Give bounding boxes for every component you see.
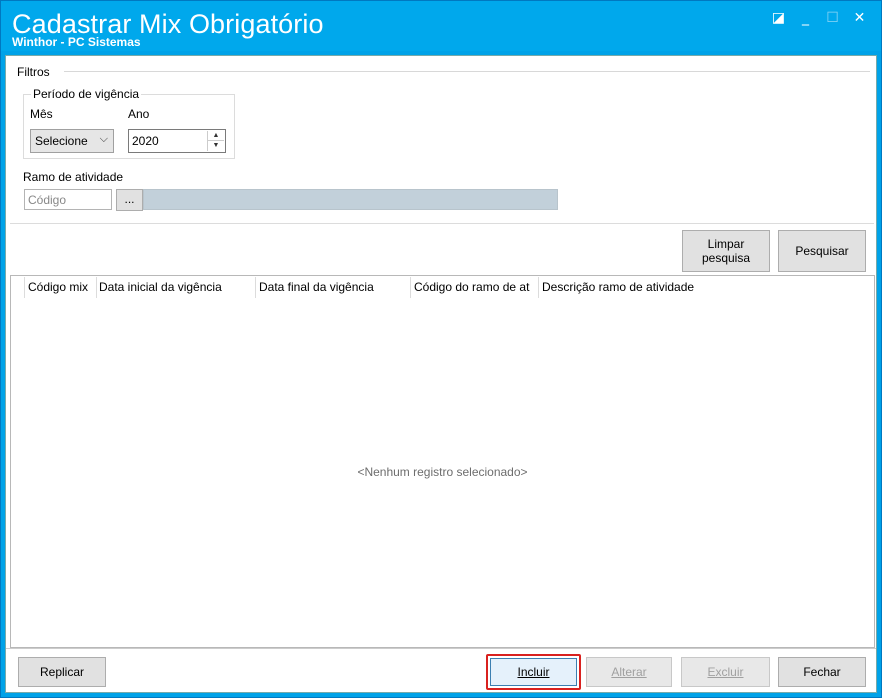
filtros-legend: Filtros	[17, 65, 50, 79]
col-codigo-ramo[interactable]: Código do ramo de at	[414, 280, 537, 294]
form-client-area: Filtros Período de vigência Mês Ano Sele…	[5, 55, 877, 693]
column-separator	[538, 277, 539, 298]
ano-spinner[interactable]: 2020 ▲ ▼	[128, 129, 226, 153]
pesquisar-button[interactable]: Pesquisar	[778, 230, 866, 272]
grid-empty-message: <Nenhum registro selecionado>	[357, 465, 528, 479]
periodo-legend: Período de vigência	[31, 87, 142, 101]
replicar-button[interactable]: Replicar	[18, 657, 106, 687]
limpar-line2: pesquisa	[701, 251, 751, 265]
mes-label: Mês	[30, 107, 53, 121]
limpar-line1: Limpar	[707, 237, 745, 251]
restore-icon[interactable]: ◪	[765, 7, 792, 29]
col-data-inicial[interactable]: Data inicial da vigência	[99, 280, 254, 294]
alterar-label: Alterar	[611, 665, 647, 679]
column-separator	[96, 277, 97, 298]
minimize-icon[interactable]: _	[792, 7, 819, 29]
app-window: Cadastrar Mix Obrigatório Winthor - PC S…	[0, 0, 882, 698]
excluir-button: Excluir	[681, 657, 770, 687]
spin-up-icon[interactable]: ▲	[208, 131, 224, 141]
mes-select[interactable]: Selecione ⌵	[30, 129, 114, 153]
mes-select-value: Selecione	[35, 134, 88, 148]
ramo-label: Ramo de atividade	[23, 170, 124, 184]
results-grid[interactable]: Código mix Data inicial da vigência Data…	[10, 275, 875, 648]
incluir-button[interactable]: Incluir	[490, 658, 577, 686]
column-separator	[255, 277, 256, 298]
maximize-icon: ☐	[826, 10, 839, 26]
filtros-divider	[64, 71, 870, 72]
window-controls: ◪ _ ☐ ✕	[765, 7, 873, 29]
column-separator	[410, 277, 411, 298]
ano-spinner-value: 2020	[132, 134, 159, 148]
col-data-final[interactable]: Data final da vigência	[259, 280, 409, 294]
spinner-buttons: ▲ ▼	[207, 131, 224, 151]
limpar-pesquisa-button[interactable]: Limpar pesquisa	[682, 230, 770, 272]
col-descricao-ramo[interactable]: Descrição ramo de atividade	[542, 280, 862, 294]
alterar-button: Alterar	[586, 657, 672, 687]
incluir-label: Incluir	[517, 665, 550, 679]
ramo-description-field	[143, 189, 558, 210]
fechar-button[interactable]: Fechar	[778, 657, 866, 687]
window-subtitle: Winthor - PC Sistemas	[12, 35, 141, 49]
col-codigo-mix[interactable]: Código mix	[28, 280, 96, 294]
ramo-codigo-input[interactable]: Código	[24, 189, 112, 210]
spin-down-icon[interactable]: ▼	[208, 141, 224, 151]
ano-label: Ano	[128, 107, 150, 121]
excluir-label: Excluir	[707, 665, 744, 679]
footer-separator	[6, 648, 876, 649]
chevron-down-icon: ⌵	[99, 133, 108, 145]
close-icon[interactable]: ✕	[846, 7, 873, 29]
grid-header: Código mix Data inicial da vigência Data…	[11, 276, 874, 299]
filter-separator	[10, 223, 874, 224]
ramo-lookup-button[interactable]: ...	[116, 189, 143, 211]
column-separator	[24, 277, 25, 298]
title-bar[interactable]: Cadastrar Mix Obrigatório Winthor - PC S…	[1, 1, 881, 51]
